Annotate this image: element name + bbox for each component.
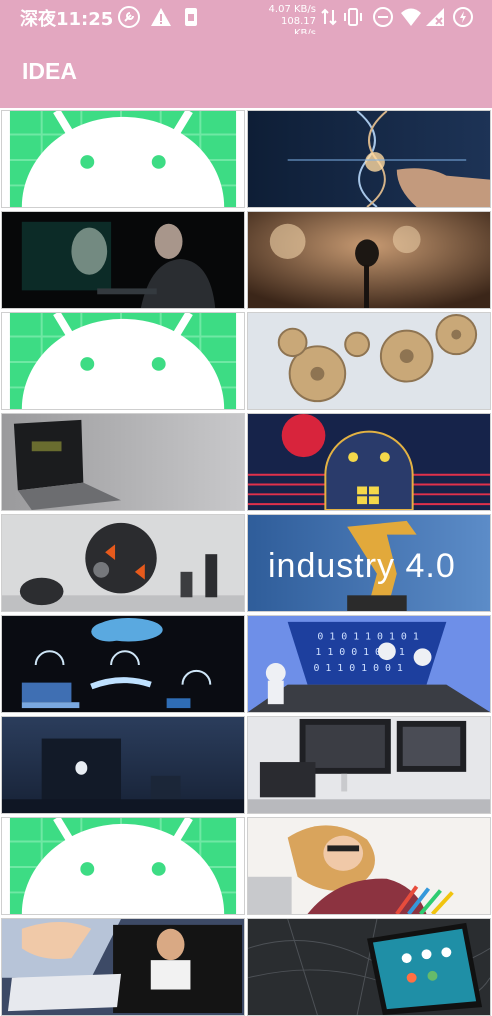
status-bar: 深夜11:25 4.07 KB/s 108.17 KB/s [0,0,492,39]
image-tile-gears[interactable] [247,312,491,410]
image-tile-android-logo[interactable] [1,817,245,915]
image-tile-android-logo[interactable] [1,110,245,208]
image-tile-dna-hand[interactable] [247,110,491,208]
image-tile-tablet-woman[interactable] [1,918,245,1016]
image-tile-laptop-dark[interactable] [1,413,245,511]
arrows-updown-icon [318,6,340,28]
signal-icon [424,6,446,28]
wifi-icon [400,6,422,28]
image-tile-cloud-iot[interactable] [1,615,245,713]
app-title: IDEA [22,58,77,84]
image-tile-phone-map[interactable] [247,918,491,1016]
industry-caption: industry 4.0 [268,547,456,585]
sim-icon [180,6,202,28]
svg-text:0 1 0 1 1 0 1 0 1: 0 1 0 1 1 0 1 0 1 [317,632,418,643]
battery-icon [452,6,474,28]
dnd-icon [372,6,394,28]
wrench-icon [118,6,140,28]
image-tile-macbook-dark[interactable] [1,716,245,814]
image-tile-laptop-binary[interactable]: 0 1 0 1 1 0 1 0 11 1 0 0 1 0 1 10 1 1 0 … [247,615,491,713]
image-tile-robot-chess[interactable] [1,514,245,612]
svg-text:0 1 1 0 1 0 0 1: 0 1 1 0 1 0 0 1 [313,663,403,674]
image-tile-digital-face[interactable] [1,211,245,309]
status-time: 深夜11:25 [20,9,114,30]
alert-icon [150,6,172,28]
image-tile-desk-monitors[interactable] [247,716,491,814]
image-tile-microphone[interactable] [247,211,491,309]
image-tile-android-windows[interactable] [247,413,491,511]
image-tile-industry-4[interactable]: industry 4.0 [247,514,491,612]
image-tile-android-logo[interactable] [1,312,245,410]
image-tile-woman-study[interactable] [247,817,491,915]
vibrate-icon [342,6,364,28]
app-bar: IDEA [0,34,492,108]
